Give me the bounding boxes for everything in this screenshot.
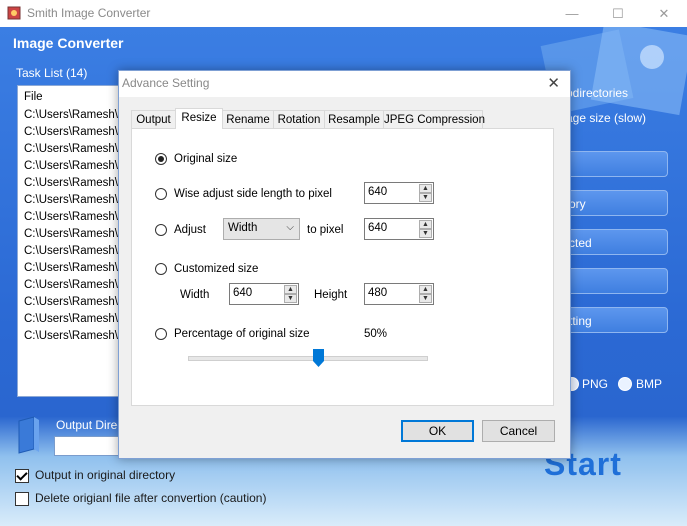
side-button-1[interactable] [560,151,668,177]
tab-rotation[interactable]: Rotation [273,110,325,128]
list-item[interactable]: C:\Users\Ramesh\D [18,294,128,311]
adjust-pixel-stepper[interactable]: 640 ▲ ▼ [364,218,434,240]
height-stepper[interactable]: 480 ▲ ▼ [364,283,434,305]
tab-resize[interactable]: Resize [175,108,223,129]
stepper-up-icon[interactable]: ▲ [419,220,432,229]
width-value[interactable]: 640 [233,287,252,299]
checkbox-checked-icon[interactable] [15,468,29,483]
stepper-down-icon[interactable]: ▼ [419,229,432,238]
list-item[interactable]: C:\Users\Ramesh\D [18,328,128,345]
radio-wise-adjust[interactable] [155,188,167,200]
format-bmp-radio[interactable] [618,377,632,391]
stepper-down-icon[interactable]: ▼ [419,294,432,303]
list-item[interactable]: C:\Users\Ramesh\D [18,175,128,192]
side-button-selected[interactable]: cted [560,229,668,255]
advance-setting-dialog: Advance Setting ✕ Output Resize Rename R… [118,70,571,459]
window-title: Smith Image Converter [27,6,151,20]
adjust-label[interactable]: Adjust [174,223,206,237]
radio-adjust[interactable] [155,224,167,236]
folder-icon [18,416,39,454]
percentage-label[interactable]: Percentage of original size [174,327,310,341]
radio-percentage[interactable] [155,328,167,340]
radio-original-size[interactable] [155,153,167,165]
image-size-label[interactable]: age size (slow) [566,111,646,125]
list-item[interactable]: C:\Users\Ramesh\D [18,311,128,328]
height-label: Height [314,289,348,301]
to-pixel-label: to pixel [307,224,344,236]
tab-rename[interactable]: Rename [222,110,274,128]
output-directory-input[interactable] [54,436,126,456]
dialog-titlebar: Advance Setting ✕ [119,71,570,97]
maximize-button[interactable]: ☐ [595,0,641,27]
stepper-up-icon[interactable]: ▲ [419,184,432,193]
wise-adjust-value[interactable]: 640 [368,186,387,198]
list-item[interactable]: C:\Users\Ramesh\D [18,192,128,209]
ok-button[interactable]: OK [401,420,474,442]
dialog-title: Advance Setting [122,76,210,90]
original-size-label[interactable]: Original size [174,152,237,166]
wise-adjust-label[interactable]: Wise adjust side length to pixel [174,187,332,201]
minimize-button[interactable]: — [549,0,595,27]
list-item[interactable]: C:\Users\Ramesh\D [18,107,128,124]
side-button-setting[interactable]: tting [560,307,668,333]
stepper-up-icon[interactable]: ▲ [284,285,297,294]
percentage-value: 50% [364,328,388,340]
checkbox-empty-icon[interactable] [15,491,29,506]
percentage-slider-track[interactable] [188,356,428,361]
output-directory-label: Output Direc [56,418,124,432]
height-value[interactable]: 480 [368,287,387,299]
output-in-original-label: Output in original directory [35,468,176,482]
close-button[interactable]: ✕ [641,0,687,27]
list-item[interactable]: C:\Users\Ramesh\D [18,158,128,175]
list-item[interactable]: C:\Users\Ramesh\D [18,260,128,277]
task-list-header[interactable]: File [18,89,128,106]
adjust-dimension-select[interactable]: Width ⌵ [223,218,300,240]
tab-jpeg-compression[interactable]: JPEG Compression [383,110,485,128]
stepper-up-icon[interactable]: ▲ [419,285,432,294]
delete-original-label: Delete origianl file after convertion (c… [35,491,267,505]
dialog-close-button[interactable]: ✕ [547,74,560,92]
tab-output[interactable]: Output [131,110,176,128]
wise-adjust-stepper[interactable]: 640 ▲ ▼ [364,182,434,204]
resize-panel: Original size Wise adjust side length to… [131,128,554,406]
stepper-down-icon[interactable]: ▼ [284,294,297,303]
chevron-down-icon: ⌵ [286,222,294,233]
stepper-down-icon[interactable]: ▼ [419,193,432,202]
side-button-directory[interactable]: ory [560,190,668,216]
customized-size-label[interactable]: Customized size [174,262,258,276]
tab-resample[interactable]: Resample [324,110,384,128]
app-heading: Image Converter [13,35,124,51]
radio-customized-size[interactable] [155,263,167,275]
format-png-label[interactable]: PNG [582,377,608,391]
cancel-button[interactable]: Cancel [482,420,555,442]
width-label: Width [180,289,210,301]
list-item[interactable]: C:\Users\Ramesh\D [18,209,128,226]
delete-original-checkbox[interactable]: Delete origianl file after convertion (c… [15,490,266,506]
list-item[interactable]: C:\Users\Ramesh\D [18,243,128,260]
side-button-4[interactable] [560,268,668,294]
list-item[interactable]: C:\Users\Ramesh\D [18,277,128,294]
adjust-select-value: Width [228,222,258,234]
app-icon [7,6,21,20]
window-titlebar: Smith Image Converter — ☐ ✕ [0,0,687,27]
task-list-label: Task List (14) [16,66,88,80]
include-subdirectories-label[interactable]: bdirectories [566,86,628,100]
output-in-original-checkbox[interactable]: Output in original directory [15,467,175,483]
list-item[interactable]: C:\Users\Ramesh\D [18,124,128,141]
list-item[interactable]: C:\Users\Ramesh\D [18,226,128,243]
format-bmp-label[interactable]: BMP [636,377,662,391]
percentage-slider-thumb[interactable] [313,349,324,367]
width-stepper[interactable]: 640 ▲ ▼ [229,283,299,305]
task-list[interactable]: File C:\Users\Ramesh\D C:\Users\Ramesh\D… [17,85,129,397]
list-item[interactable]: C:\Users\Ramesh\D [18,141,128,158]
adjust-pixel-value[interactable]: 640 [368,222,387,234]
